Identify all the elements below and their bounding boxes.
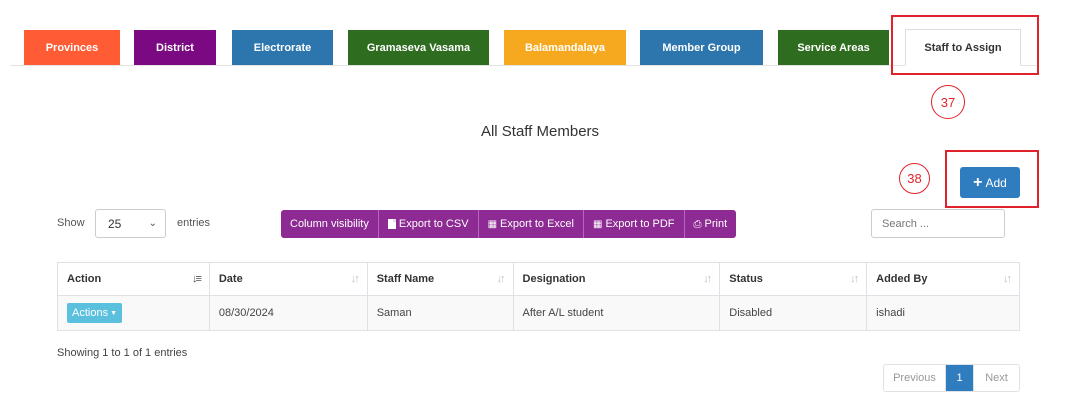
- column-header-status[interactable]: Status ↓↑: [719, 262, 868, 296]
- pdf-file-icon: ▦: [593, 218, 603, 230]
- tab-bar: Provinces District Electrorate Gramaseva…: [10, 29, 1036, 66]
- previous-page-button[interactable]: Previous: [884, 365, 946, 391]
- export-csv-button[interactable]: Export to CSV: [378, 210, 479, 238]
- excel-file-icon: ▦: [487, 218, 498, 230]
- staff-table: Action ↓≡ Date ↓↑ Staff Name ↓↑ Designation…: [57, 262, 1020, 331]
- sort-icon: ↓↑: [350, 273, 360, 285]
- column-visibility-button[interactable]: Column visibility: [281, 210, 379, 238]
- staff-name-cell: Saman: [366, 295, 514, 331]
- page-title: All Staff Members: [480, 123, 600, 140]
- actions-dropdown-button[interactable]: Actions ▼: [67, 303, 123, 323]
- export-csv-label: Export to CSV: [398, 218, 469, 230]
- export-pdf-label: Export to PDF: [605, 218, 675, 230]
- sort-icon: ↓≡: [191, 273, 202, 285]
- print-icon: ⎙: [693, 218, 702, 230]
- column-header-action[interactable]: Action ↓≡: [57, 262, 210, 296]
- export-excel-label: Export to Excel: [500, 218, 574, 230]
- sort-icon: ↓↑: [496, 273, 506, 285]
- show-label: Show: [57, 217, 85, 229]
- add-button-label: Add: [985, 175, 1007, 190]
- pagination: Previous 1 Next: [883, 364, 1020, 392]
- entries-per-page-value: 25: [108, 216, 122, 231]
- designation-cell: After A/L student: [512, 295, 721, 331]
- column-header-added-by[interactable]: Added By ↓↑: [866, 262, 1020, 296]
- date-cell: 08/30/2024: [208, 295, 368, 331]
- tab-highlight-box: [891, 15, 1039, 75]
- tab-electrorate[interactable]: Electrorate: [232, 30, 333, 65]
- action-cell: Actions ▼: [57, 295, 210, 331]
- tab-service-areas[interactable]: Service Areas: [778, 30, 889, 65]
- export-pdf-button[interactable]: ▦ Export to PDF: [584, 210, 685, 238]
- caret-down-icon: ▼: [110, 309, 118, 317]
- search-input[interactable]: [871, 209, 1005, 238]
- next-page-button[interactable]: Next: [974, 365, 1019, 391]
- added-by-cell: ishadi: [866, 295, 1020, 331]
- export-button-group: Column visibility Export to CSV ▦ Export…: [281, 210, 737, 238]
- table-row: Actions ▼ 08/30/2024 Saman After A/L stu…: [57, 295, 1020, 331]
- annotation-marker-38: 38: [899, 163, 930, 194]
- table-header-row: Action ↓≡ Date ↓↑ Staff Name ↓↑ Designation…: [57, 262, 1020, 296]
- status-cell: Disabled: [719, 295, 868, 331]
- plus-icon: +: [973, 173, 983, 191]
- column-header-staff-name[interactable]: Staff Name ↓↑: [366, 262, 514, 296]
- column-header-date[interactable]: Date ↓↑: [208, 262, 368, 296]
- column-visibility-label: Column visibility: [290, 218, 369, 230]
- entries-label: entries: [177, 217, 211, 229]
- table-info-text: Showing 1 to 1 of 1 entries: [57, 347, 188, 359]
- tab-district[interactable]: District: [134, 30, 216, 65]
- tab-gramaseva-vasama[interactable]: Gramaseva Vasama: [348, 30, 489, 65]
- sort-icon: ↓↑: [850, 273, 859, 285]
- add-button[interactable]: + Add: [960, 167, 1020, 198]
- actions-label: Actions: [72, 307, 109, 319]
- annotation-marker-37: 37: [931, 85, 965, 119]
- tab-balamandalaya[interactable]: Balamandalaya: [504, 30, 626, 65]
- sort-icon: ↓↑: [703, 273, 712, 285]
- tab-member-group[interactable]: Member Group: [640, 30, 763, 65]
- page-1-button[interactable]: 1: [946, 365, 974, 391]
- column-header-designation[interactable]: Designation ↓↑: [512, 262, 721, 296]
- entries-per-page-select[interactable]: 25 ⌄: [95, 209, 166, 238]
- print-button[interactable]: ⎙ Print: [684, 210, 737, 238]
- export-excel-button[interactable]: ▦ Export to Excel: [478, 210, 584, 238]
- tab-provinces[interactable]: Provinces: [24, 30, 120, 65]
- print-label: Print: [704, 218, 728, 230]
- sort-icon: ↓↑: [1003, 273, 1012, 285]
- chevron-down-icon: ⌄: [148, 218, 157, 229]
- file-icon: [387, 219, 396, 229]
